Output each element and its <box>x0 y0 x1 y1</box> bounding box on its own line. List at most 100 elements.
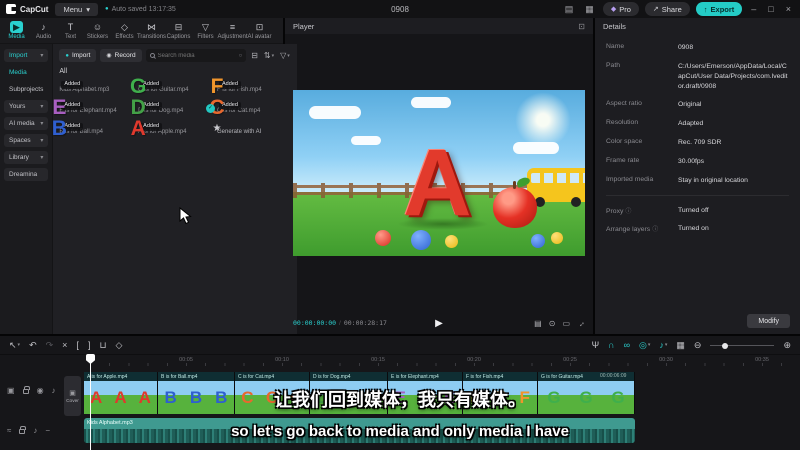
zoom-slider-knob[interactable] <box>722 342 729 349</box>
select-tool-icon[interactable]: ↖ ▾ <box>9 340 20 350</box>
main-track-icon[interactable]: ▣ <box>7 387 15 395</box>
clip-file-name: C is for Cat.mp4 <box>235 372 309 381</box>
sort-icon[interactable]: ⇅ ▾ <box>263 51 275 60</box>
search-box[interactable]: ○ <box>145 49 247 62</box>
media-tile[interactable]: Added ★ ✓ Kids Alphabet.mp3 <box>59 79 133 94</box>
clip-letter: F <box>519 388 530 407</box>
track-volume-icon[interactable]: ♪ ▾ <box>659 340 667 350</box>
timeline-video-clip[interactable]: D is for Dog.mp4 D D D <box>310 372 388 414</box>
zoom-in-icon[interactable]: ⊕ <box>783 340 791 350</box>
fullscreen-icon[interactable]: ↔ <box>575 317 587 329</box>
sidebar-item[interactable]: Yours ▾ <box>4 100 49 113</box>
audio-waveform <box>84 429 635 443</box>
shrink-track-icon[interactable]: − <box>45 427 50 435</box>
filter-icon[interactable]: ▽ ▾ <box>279 51 291 60</box>
sidebar-item[interactable]: Library ▾ <box>4 151 49 164</box>
media-tile[interactable]: Added D ★ ✓ D is for Dog.mp4 <box>131 96 212 119</box>
snap-magnet-icon[interactable]: ∩ <box>608 340 614 350</box>
timeline-video-clip[interactable]: E is for Elephant.mp4 E E E <box>388 372 463 414</box>
mute-track-icon[interactable]: ♪ <box>52 387 56 395</box>
keyframe-icon[interactable]: ◇ <box>115 340 122 350</box>
ribbon-tab[interactable]: ☺ Stickers <box>84 21 111 40</box>
delete-icon[interactable]: ⊔ <box>99 340 106 350</box>
ratio-icon[interactable]: ▭ <box>562 319 570 328</box>
search-input[interactable] <box>157 52 236 59</box>
play-button[interactable]: ▶ <box>435 318 443 329</box>
redo-icon[interactable]: ↷ <box>46 340 54 350</box>
timeline-video-clip[interactable]: C is for Cat.mp4 C C C <box>235 372 310 414</box>
cover-icon: ▣ <box>69 389 76 397</box>
sun-glare <box>515 92 571 148</box>
hide-track-icon[interactable]: ◉ <box>37 387 44 395</box>
media-tile[interactable]: ★ ✓ Generate with AI <box>213 121 291 136</box>
view-mode-icon[interactable]: ⊟ <box>250 51 259 60</box>
quality-icon[interactable]: ▤ <box>534 319 542 328</box>
media-tile[interactable]: Added A ★ ✓ A is for Apple.mp4 <box>131 117 212 140</box>
clip-letter: C <box>265 388 279 407</box>
sidebar-item[interactable]: Subprojects ▾ <box>4 83 48 96</box>
ribbon-tab[interactable]: ♪ Audio <box>30 21 57 40</box>
voiceover-mic-icon[interactable]: Ψ <box>592 340 600 350</box>
ribbon-tab[interactable]: ▶ Media <box>3 21 30 40</box>
auto-ripple-icon[interactable]: ∞ <box>624 340 630 350</box>
details-toggles: Proxy ⓘ Turned off Arrange layers ⓘ Turned… <box>606 206 789 235</box>
player-menu-icon[interactable]: ⊡ <box>578 22 585 31</box>
zoom-out-icon[interactable]: ⊖ <box>694 340 702 350</box>
timeline-video-clip[interactable]: B is for Ball.mp4 B B B <box>158 372 235 414</box>
lock-icon[interactable] <box>19 426 27 436</box>
fit-icon[interactable]: ⊙ <box>549 319 556 328</box>
audio-clip-name: Kids Alphabet.mp3 <box>87 420 133 426</box>
preview-axis-icon[interactable]: ▦ <box>676 340 685 350</box>
undo-icon[interactable]: ↶ <box>29 340 37 350</box>
modify-button[interactable]: Modify <box>747 314 790 328</box>
split-icon[interactable]: × <box>62 340 67 350</box>
media-tile[interactable]: Added E ★ ✓ E is for Elephant.mp4 <box>52 96 133 119</box>
panel-layout-icon[interactable]: ▦ <box>582 4 597 15</box>
share-button[interactable]: ↗ Share <box>644 2 690 16</box>
sidebar-item[interactable]: Dreamina ▾ <box>4 168 49 181</box>
timeline-zoom-slider[interactable] <box>710 341 775 349</box>
delete-right-icon[interactable]: ] <box>88 340 91 350</box>
mute-track-icon[interactable]: ♪ <box>33 427 37 435</box>
video-preview[interactable]: A <box>293 90 585 256</box>
close-button[interactable]: × <box>783 4 794 14</box>
maximize-button[interactable]: □ <box>765 4 776 14</box>
cloud <box>309 106 361 119</box>
export-button[interactable]: ↑ Export <box>695 2 743 16</box>
minimize-button[interactable]: – <box>748 4 759 14</box>
layout-icon[interactable]: ▤ <box>562 4 577 15</box>
ribbon-tab[interactable]: ▽ Filters <box>192 21 219 40</box>
clip-file-name: D is for Dog.mp4 <box>310 372 387 381</box>
sidebar-item[interactable]: AI media ▾ <box>4 117 49 130</box>
sidebar-item[interactable]: Spaces ▾ <box>4 134 49 147</box>
timeline-ruler[interactable]: 00:05 00:10 00:15 00:20 00:25 00:30 00:3… <box>0 354 800 366</box>
ball <box>551 232 563 244</box>
app-name: CapCut <box>20 4 49 14</box>
ribbon-tab[interactable]: ⊟ Captions <box>165 21 192 40</box>
media-tile[interactable]: Added B ★ ✓ B is for Ball.mp4 <box>52 117 133 140</box>
media-tile[interactable]: Added F ★ ✓ F is for Fish.mp4 <box>211 75 291 98</box>
ribbon-tab[interactable]: ⊡ AI avatar <box>246 21 273 40</box>
lock-icon[interactable] <box>22 386 30 396</box>
ribbon-tab[interactable]: ⋈ Transitions <box>137 21 166 40</box>
link-icon[interactable]: ◎ ▾ <box>639 340 650 350</box>
ribbon-tab[interactable]: ≡ Adjustment <box>218 21 248 40</box>
delete-left-icon[interactable]: [ <box>76 340 79 350</box>
import-button[interactable]: ● Import <box>59 49 97 62</box>
sidebar-item[interactable]: Import ▾ <box>4 49 49 62</box>
timeline-video-clip[interactable]: F is for Fish.mp4 F F F <box>463 372 538 414</box>
timeline-video-clip[interactable]: A is for Apple.mp4 A A A <box>84 372 158 414</box>
menu-button[interactable]: Menu ▾ <box>55 2 98 16</box>
pro-button[interactable]: ◆ Pro <box>602 2 639 16</box>
media-tile[interactable]: Added C ★ ✓ C is for Cat.mp4 <box>205 96 291 119</box>
audio-clip[interactable]: Kids Alphabet.mp3 <box>84 418 635 443</box>
waveform-icon[interactable]: ≈ <box>7 427 11 435</box>
playhead[interactable] <box>90 354 91 450</box>
ribbon-tab[interactable]: ◇ Effects <box>111 21 138 40</box>
record-button[interactable]: ◉ Record <box>100 49 142 62</box>
cover-button[interactable]: ▣ Cover <box>64 376 81 416</box>
filter-all-label[interactable]: All <box>59 68 290 75</box>
sidebar-item[interactable]: Media ▾ <box>4 66 48 79</box>
media-tile[interactable]: Added G ★ ✓ G is for Guitar.mp4 <box>130 75 212 98</box>
ribbon-tab[interactable]: T Text <box>57 21 84 40</box>
